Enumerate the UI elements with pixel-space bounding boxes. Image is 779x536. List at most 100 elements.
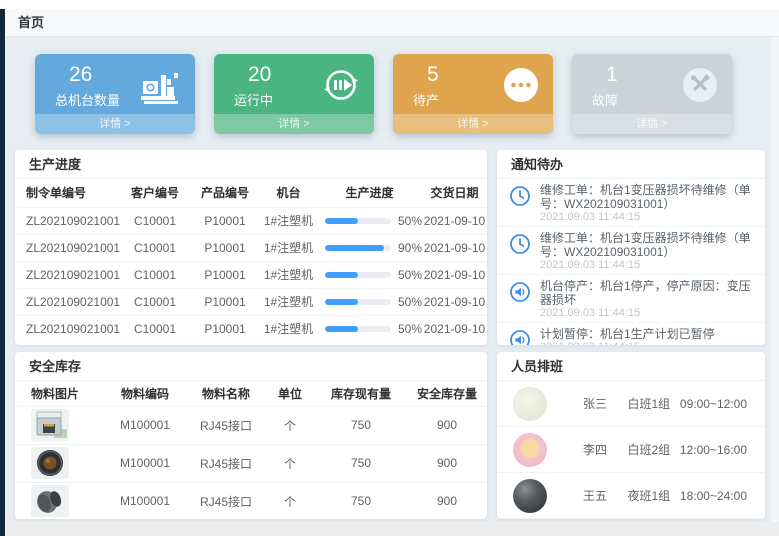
card-detail-link[interactable]: 详情 > xyxy=(214,114,374,134)
order-no-cell: ZL202109021001 xyxy=(15,234,120,261)
card-detail-link[interactable]: 详情 > xyxy=(572,114,732,134)
production-progress-panel: 生产进度 制令单编号 客户编号 产品编号 机台 生产进度 交货日期 xyxy=(15,150,487,345)
progress-track xyxy=(325,299,391,305)
card-detail-link[interactable]: 详情 > xyxy=(35,114,195,134)
clock-icon xyxy=(509,233,531,255)
stock-table-row: M100001 RJ45接口 个 750 900 xyxy=(15,406,487,444)
avatar xyxy=(513,387,547,421)
staff-shift: 白班1组 xyxy=(627,395,679,412)
notice-timestamp: 2021.09.03 11:44:15 xyxy=(540,259,753,272)
production-table-row: ZL202109021001 C10001 P10001 1#注塑机 50% xyxy=(15,261,487,288)
product-no-cell: P10001 xyxy=(190,261,260,288)
card-detail-link[interactable]: 详情 > xyxy=(393,114,553,134)
tools-icon xyxy=(682,67,718,103)
order-no-cell: ZL202109021001 xyxy=(15,315,120,342)
order-no-cell: ZL202109021001 xyxy=(15,207,120,234)
stat-card[interactable]: 1 故障 xyxy=(572,54,732,134)
notices-panel: 通知待办 维修 xyxy=(497,150,765,345)
avatar xyxy=(513,479,547,513)
progress-fill xyxy=(325,272,358,278)
stat-card[interactable]: 5 待产 xyxy=(393,54,553,134)
col-material-image: 物料图片 xyxy=(15,381,103,406)
rj45-connector-photo xyxy=(31,409,69,441)
col-unit: 单位 xyxy=(265,381,315,406)
running-icon xyxy=(322,66,360,104)
staff-name: 王五 xyxy=(583,487,627,504)
safety-qty-cell: 900 xyxy=(407,482,487,519)
staff-shift: 白班2组 xyxy=(627,441,679,458)
progress-cell: 90% xyxy=(317,234,422,261)
stat-value: 1 xyxy=(606,63,618,87)
progress-percent: 90% xyxy=(398,241,422,255)
material-image xyxy=(31,409,69,441)
machine-cell: 1#注塑机 xyxy=(260,234,317,261)
notice-text: 维修工单：机台1变压器损坏待维修（单号：WX202109031001） xyxy=(540,231,753,259)
speaker-front-photo xyxy=(31,447,69,479)
unit-cell: 个 xyxy=(265,482,315,519)
tab-home[interactable]: 首页 xyxy=(18,9,44,36)
stat-label: 故障 xyxy=(592,90,618,109)
stat-card-text: 26 总机台数量 xyxy=(55,63,120,109)
notice-icon-wrap xyxy=(509,233,531,255)
stock-header-row: 物料图片 物料编码 物料名称 单位 库存现有量 安全库存量 xyxy=(15,381,487,406)
col-material-code: 物料编码 xyxy=(103,381,187,406)
col-order-no: 制令单编号 xyxy=(15,179,120,207)
progress-track xyxy=(325,218,391,224)
material-image-cell xyxy=(15,406,103,444)
material-code-cell: M100001 xyxy=(103,444,187,482)
production-table-row: ZL202109021001 C10001 P10001 1#注塑机 50% xyxy=(15,288,487,315)
progress-percent: 50% xyxy=(398,322,422,336)
col-safety-qty: 安全库存量 xyxy=(407,381,487,406)
product-no-cell: P10001 xyxy=(190,234,260,261)
col-qty-on-hand: 库存现有量 xyxy=(315,381,407,406)
notice-timestamp: 2021.09.03 11:44:15 xyxy=(540,341,753,345)
notice-timestamp: 2021.09.03 11:44:15 xyxy=(540,211,753,224)
col-customer-no: 客户编号 xyxy=(120,179,190,207)
stat-value: 26 xyxy=(69,63,120,87)
notice-icon-wrap xyxy=(509,281,531,303)
notice-item[interactable]: 计划暂停：机台1生产计划已暂停 2021.09.03 11:44:15 xyxy=(497,323,765,345)
staff-row: 李四 白班2组 12:00~16:00 xyxy=(497,427,765,473)
staff-row: 张三 白班1组 09:00~12:00 xyxy=(497,381,765,427)
stock-table-row: M100001 RJ45接口 个 750 900 xyxy=(15,482,487,519)
stat-card-text: 1 故障 xyxy=(592,63,618,109)
progress-cell: 50% xyxy=(317,207,422,234)
stock-panel-title: 安全库存 xyxy=(15,352,487,381)
tab-bar: 首页 xyxy=(5,9,779,37)
staff-schedule-panel: 人员排班 张三 白班1组 09:00~12:00 李四 白班2组 12:00~1… xyxy=(497,352,765,519)
stat-card[interactable]: 26 总机台数量 xyxy=(35,54,195,134)
unit-cell: 个 xyxy=(265,444,315,482)
notice-item[interactable]: 机台停产：机台1停产，停产原因：变压器损坏 2021.09.03 11:44:1… xyxy=(497,275,765,323)
stock-table-row: M100001 RJ45接口 个 750 900 xyxy=(15,444,487,482)
material-image xyxy=(31,485,69,517)
progress-percent: 50% xyxy=(398,268,422,282)
notice-item[interactable]: 维修工单：机台1变压器损坏待维修（单号：WX202109031001） 2021… xyxy=(497,227,765,275)
delivery-date-cell: 2021-09-10 xyxy=(422,315,487,342)
staff-panel-title: 人员排班 xyxy=(497,352,765,381)
production-header-row: 制令单编号 客户编号 产品编号 机台 生产进度 交货日期 xyxy=(15,179,487,207)
qty-on-hand-cell: 750 xyxy=(315,406,407,444)
scrollbar-track xyxy=(771,37,779,522)
material-code-cell: M100001 xyxy=(103,406,187,444)
material-image xyxy=(31,447,69,479)
customer-no-cell: C10001 xyxy=(120,261,190,288)
avatar xyxy=(513,433,547,467)
notice-body: 机台停产：机台1停产，停产原因：变压器损坏 2021.09.03 11:44:1… xyxy=(540,279,753,320)
dashboard-content: 26 总机台数量 xyxy=(5,37,771,522)
qty-on-hand-cell: 750 xyxy=(315,482,407,519)
notice-item[interactable]: 维修工单：机台1变压器损坏待维修（单号：WX202109031001） 2021… xyxy=(497,179,765,227)
customer-no-cell: C10001 xyxy=(120,234,190,261)
notice-text: 维修工单：机台1变压器损坏待维修（单号：WX202109031001） xyxy=(540,183,753,211)
customer-no-cell: C10001 xyxy=(120,288,190,315)
notice-body: 维修工单：机台1变压器损坏待维修（单号：WX202109031001） 2021… xyxy=(540,183,753,224)
stat-card[interactable]: 20 运行中 xyxy=(214,54,374,134)
production-table-row: ZL202109021001 C10001 P10001 1#注塑机 50% xyxy=(15,207,487,234)
notice-text: 计划暂停：机台1生产计划已暂停 xyxy=(540,327,753,341)
staff-shift: 夜班1组 xyxy=(627,487,679,504)
stat-value: 20 xyxy=(248,63,273,87)
bottom-page-strip xyxy=(5,522,779,536)
staff-time-range: 18:00~24:00 xyxy=(680,489,749,503)
stat-label: 待产 xyxy=(413,90,439,109)
staff-name: 李四 xyxy=(583,441,627,458)
col-machine: 机台 xyxy=(260,179,317,207)
